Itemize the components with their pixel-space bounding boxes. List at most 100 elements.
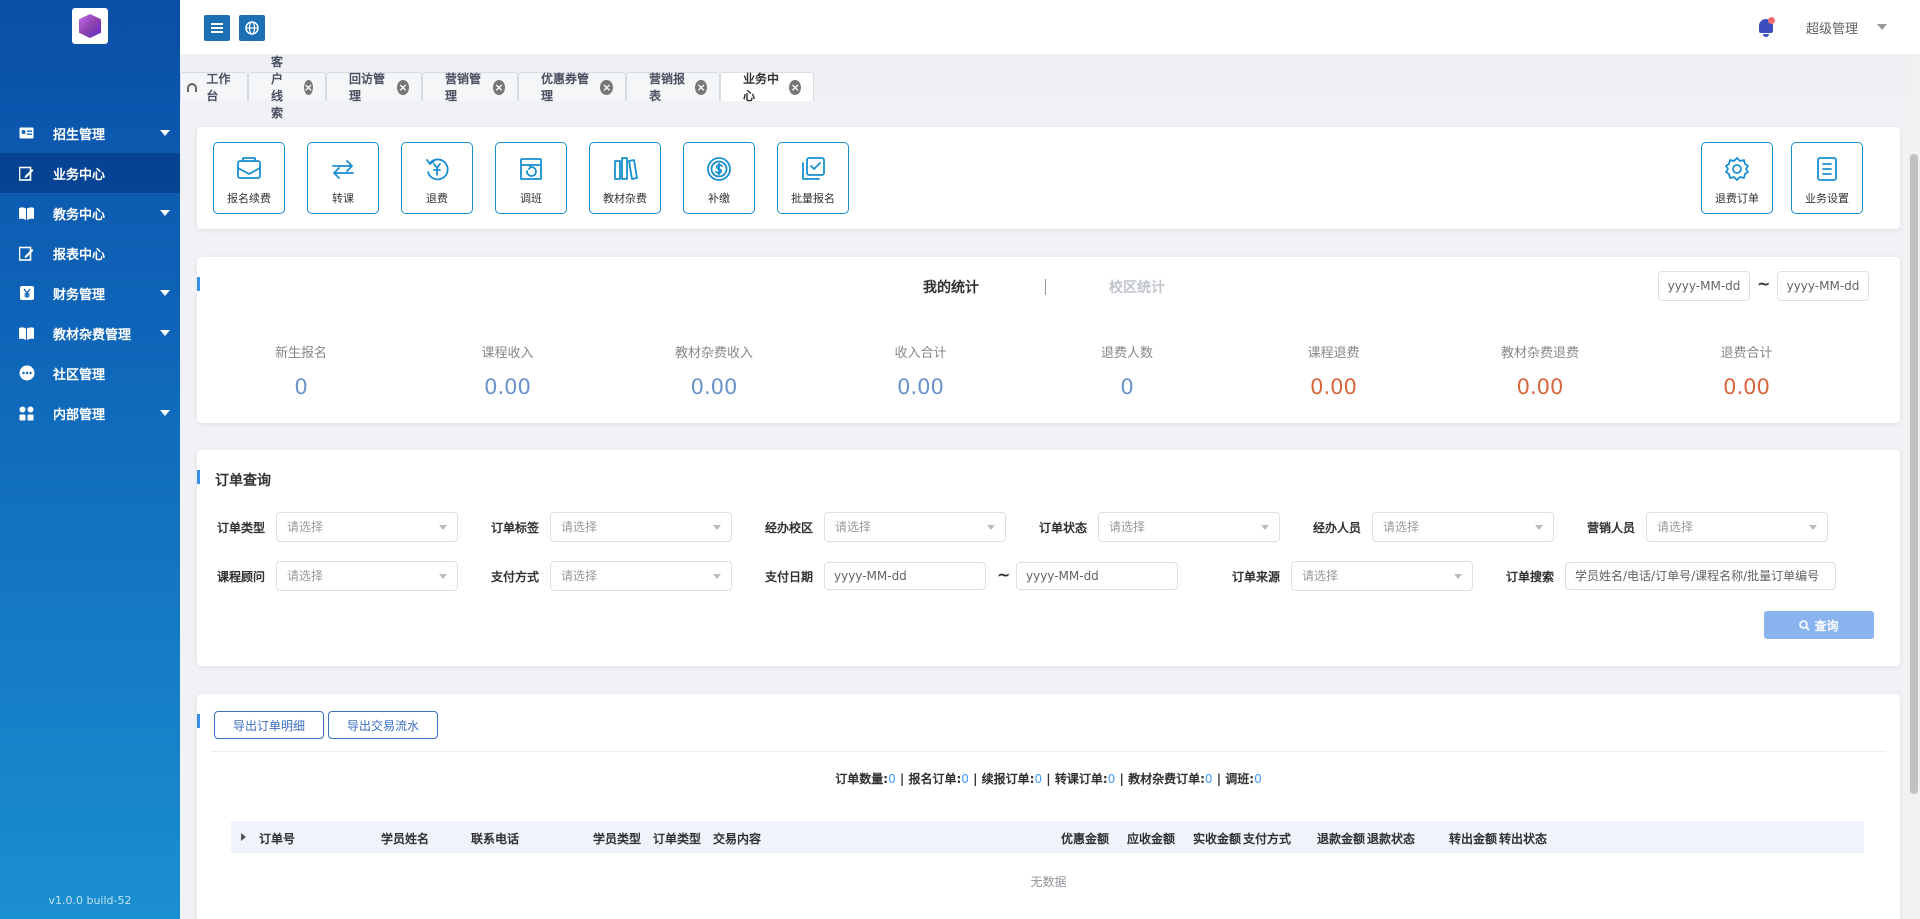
summary-label: 调班: xyxy=(1225,772,1255,786)
sidebar-item-1[interactable]: 业务中心 xyxy=(0,153,180,193)
stat-3: 收入合计 0.00 xyxy=(818,342,1024,399)
section-marker xyxy=(197,470,200,484)
sidebar-item-label: 内部管理 xyxy=(53,407,106,423)
column-header[interactable]: 订单类型 xyxy=(653,830,701,847)
tab-6[interactable]: 业务中心 × xyxy=(720,72,814,103)
quick-action-4[interactable]: 教材杂费 xyxy=(589,142,661,214)
tab-label: 回访管理 xyxy=(349,72,386,103)
order-type-select[interactable]: 请选择 xyxy=(276,512,458,542)
page-scrollbar[interactable] xyxy=(1908,54,1920,919)
sidebar-item-4[interactable]: 财务管理 xyxy=(0,273,180,313)
column-header[interactable]: 转出状态 xyxy=(1499,830,1547,847)
search-icon xyxy=(1799,619,1811,631)
close-icon[interactable]: × xyxy=(492,79,505,95)
column-header[interactable]: 订单号 xyxy=(259,830,295,847)
sidebar-item-3[interactable]: 报表中心 xyxy=(0,233,180,273)
column-header[interactable]: 应收金额 xyxy=(1127,830,1175,847)
marketer-select[interactable]: 请选择 xyxy=(1646,512,1828,542)
order-status-select[interactable]: 请选择 xyxy=(1098,512,1280,542)
hamburger-button[interactable] xyxy=(204,15,230,41)
quick-action-right-0[interactable]: 退费订单 xyxy=(1701,142,1773,214)
quick-action-3[interactable]: 调班 xyxy=(495,142,567,214)
quick-action-right-1[interactable]: 业务设置 xyxy=(1791,142,1863,214)
stat-7: 退费合计 0.00 xyxy=(1644,342,1850,399)
order-search-input[interactable]: 学员姓名/电话/订单号/课程名称/批量订单编号 xyxy=(1565,562,1836,590)
tab-label: 客户线索 xyxy=(271,55,284,120)
column-header[interactable]: 交易内容 xyxy=(713,830,761,847)
tab-2[interactable]: 回访管理 × xyxy=(326,72,422,103)
stats-card: 我的统计 校区统计 yyyy-MM-dd ~ yyyy-MM-dd 新生报名 0… xyxy=(197,257,1900,423)
sidebar-item-label: 财务管理 xyxy=(53,287,106,303)
tab-my-stats[interactable]: 我的统计 xyxy=(923,277,979,297)
quick-action-0[interactable]: 报名续费 xyxy=(213,142,285,214)
user-name[interactable]: 超级管理 xyxy=(1806,18,1858,37)
expand-caret-icon[interactable] xyxy=(241,833,246,841)
tab-0[interactable]: 工作台 xyxy=(180,72,248,103)
column-header[interactable]: 学员姓名 xyxy=(381,830,429,847)
sidebar-item-6[interactable]: 社区管理 xyxy=(0,353,180,393)
close-icon[interactable]: × xyxy=(600,79,613,95)
quick-action-6[interactable]: 批量报名 xyxy=(777,142,849,214)
stats-date-from-input[interactable]: yyyy-MM-dd xyxy=(1658,271,1750,301)
summary-label: 教材杂费订单: xyxy=(1128,772,1205,786)
column-header[interactable]: 支付方式 xyxy=(1243,830,1291,847)
tab-campus-stats[interactable]: 校区统计 xyxy=(1109,277,1165,297)
advisor-select[interactable]: 请选择 xyxy=(276,561,458,591)
chevron-down-icon[interactable] xyxy=(1877,24,1887,30)
sidebar-item-0[interactable]: 招生管理 xyxy=(0,113,180,153)
column-header[interactable]: 实收金额 xyxy=(1193,830,1241,847)
sidebar-item-2[interactable]: 教务中心 xyxy=(0,193,180,233)
scrollbar-thumb[interactable] xyxy=(1910,154,1918,794)
export-order-detail-button[interactable]: 导出订单明细 xyxy=(214,711,324,739)
cube-logo-icon xyxy=(79,14,101,38)
close-icon[interactable]: × xyxy=(695,79,707,95)
stat-label: 课程退费 xyxy=(1307,346,1360,361)
globe-button[interactable] xyxy=(239,15,265,41)
pay-method-select[interactable]: 请选择 xyxy=(550,561,732,591)
summary-separator: | xyxy=(1212,772,1226,786)
tab-5[interactable]: 营销报表 × xyxy=(626,72,720,103)
quick-action-2[interactable]: 退费 xyxy=(401,142,473,214)
close-icon[interactable]: × xyxy=(789,79,801,95)
column-header[interactable]: 优惠金额 xyxy=(1061,830,1109,847)
gear-icon xyxy=(1723,143,1751,187)
column-header[interactable]: 学员类型 xyxy=(593,830,641,847)
stat-4: 退费人数 0 xyxy=(1024,342,1230,399)
close-icon[interactable]: × xyxy=(396,79,409,95)
summary-separator: | xyxy=(968,772,982,786)
campus-select[interactable]: 请选择 xyxy=(824,512,1006,542)
table-header: 订单号 学员姓名 联系电话 学员类型 订单类型 交易内容 优惠金额 应收金额 实收金额 支付方式 退… xyxy=(231,821,1864,853)
chevron-down-icon xyxy=(1809,525,1817,530)
summary-separator: | xyxy=(895,772,909,786)
pay-date-from-input[interactable]: yyyy-MM-dd xyxy=(824,562,986,590)
quick-action-1[interactable]: 转课 xyxy=(307,142,379,214)
column-header[interactable]: 转出金额 xyxy=(1449,830,1497,847)
quick-action-5[interactable]: 补缴 xyxy=(683,142,755,214)
column-header[interactable]: 联系电话 xyxy=(471,830,519,847)
tab-label: 工作台 xyxy=(206,72,231,103)
empty-state: 无数据 xyxy=(1030,875,1067,889)
export-transaction-flow-button[interactable]: 导出交易流水 xyxy=(328,711,438,739)
sidebar-item-7[interactable]: 内部管理 xyxy=(0,393,180,433)
stat-value: 0.00 xyxy=(1310,375,1357,399)
order-tag-select[interactable]: 请选择 xyxy=(550,512,732,542)
close-icon[interactable]: × xyxy=(303,79,313,95)
order-source-label: 订单来源 xyxy=(1232,570,1281,584)
tab-4[interactable]: 优惠券管理 × xyxy=(518,72,626,103)
sidebar-menu: 招生管理 业务中心 教务中心 报表中心 财务管理 教材杂费管理 社区管理 内部管… xyxy=(0,113,180,433)
stat-label: 收入合计 xyxy=(894,346,947,361)
app-logo[interactable] xyxy=(72,8,108,44)
tab-1[interactable]: 客户线索 × xyxy=(248,55,326,120)
stats-date-to-input[interactable]: yyyy-MM-dd xyxy=(1777,271,1869,301)
pay-date-to-input[interactable]: yyyy-MM-dd xyxy=(1016,562,1178,590)
envelope-icon xyxy=(235,143,263,187)
tab-3[interactable]: 营销管理 × xyxy=(422,72,518,103)
search-button[interactable]: 查询 xyxy=(1764,611,1874,639)
handler-select[interactable]: 请选择 xyxy=(1372,512,1554,542)
notification-bell-icon[interactable] xyxy=(1757,17,1775,37)
summary-count: 0 xyxy=(961,772,969,786)
order-source-select[interactable]: 请选择 xyxy=(1291,561,1473,591)
sidebar-item-5[interactable]: 教材杂费管理 xyxy=(0,313,180,353)
column-header[interactable]: 退款金额 xyxy=(1317,830,1365,847)
column-header[interactable]: 退款状态 xyxy=(1367,830,1415,847)
